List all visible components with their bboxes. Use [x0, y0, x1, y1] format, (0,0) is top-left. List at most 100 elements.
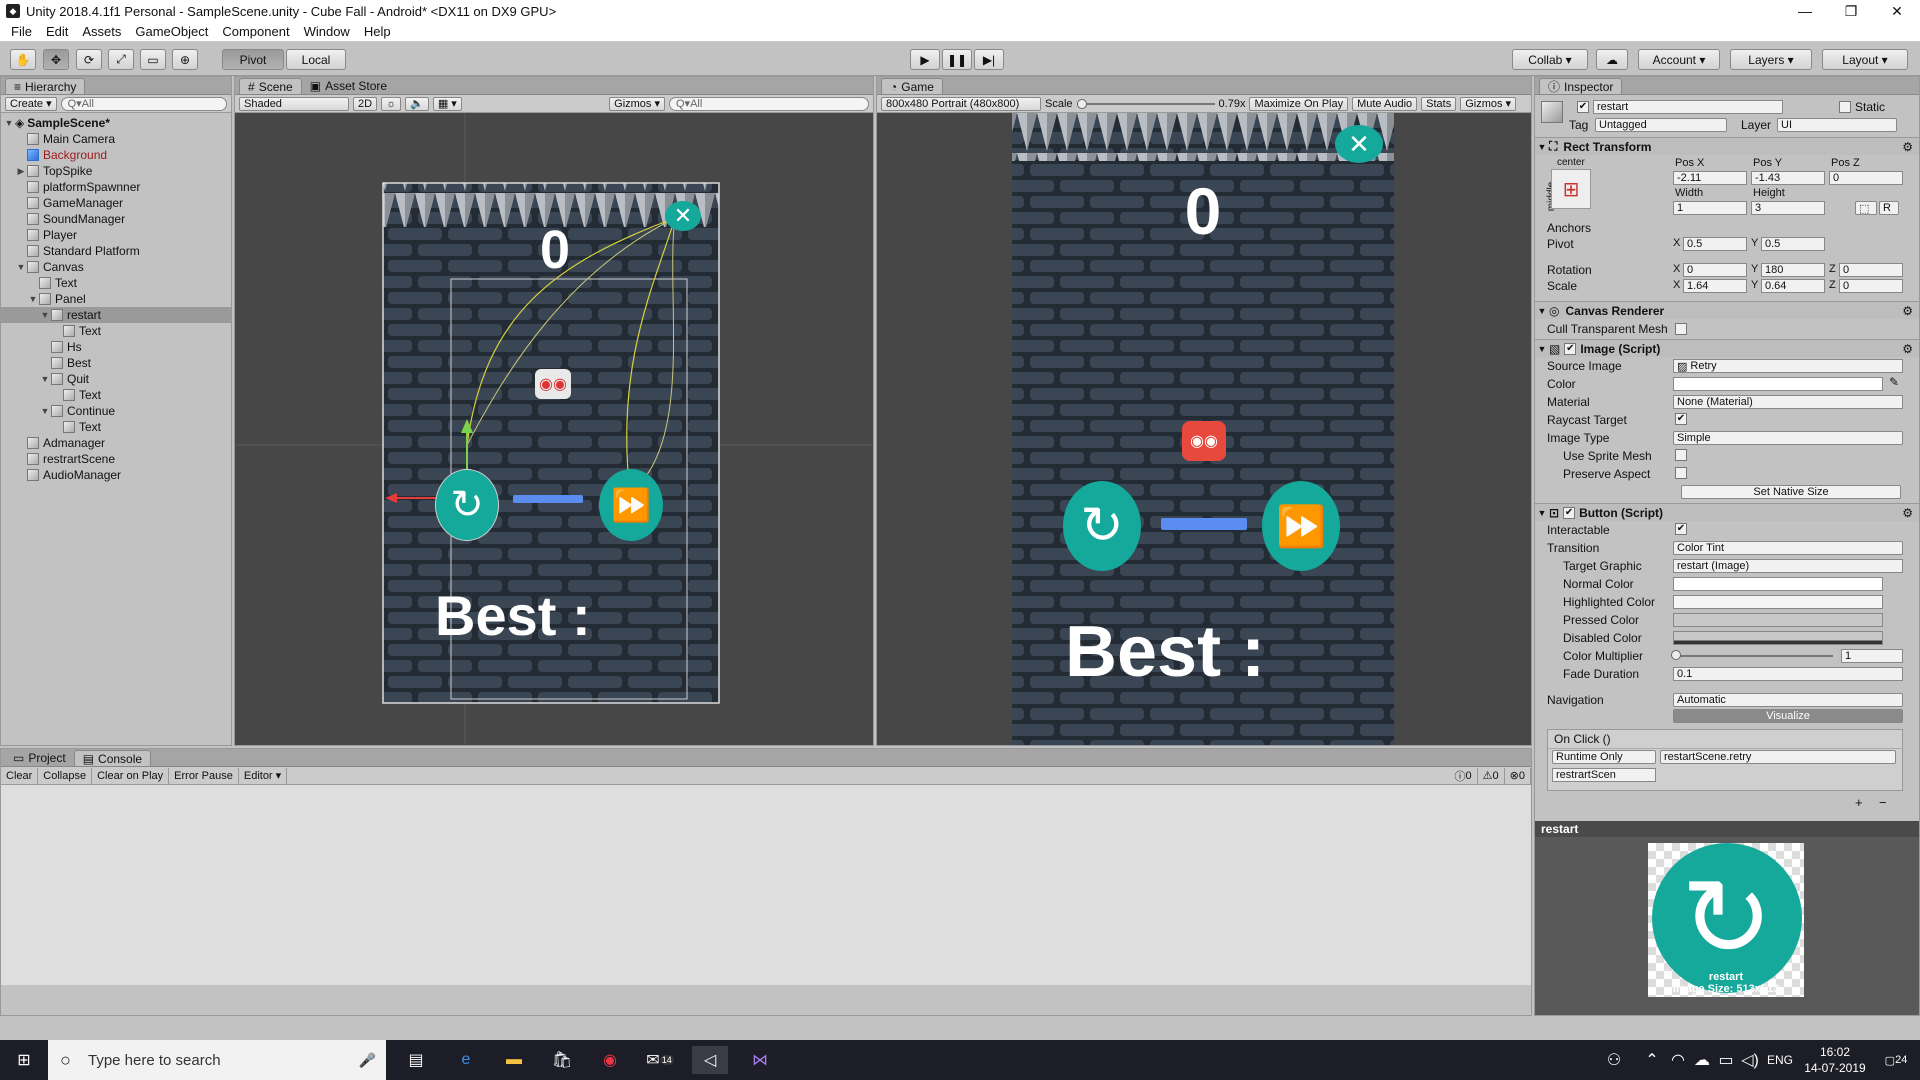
console-log-area[interactable] — [1, 785, 1531, 985]
canvas-renderer-header[interactable]: ▼ ◎ Canvas Renderer ⚙ — [1535, 301, 1919, 319]
visualize-button[interactable]: Visualize — [1673, 709, 1903, 723]
fade-duration-input[interactable]: 0.1 — [1673, 667, 1903, 681]
pressed-color-swatch[interactable] — [1673, 613, 1883, 627]
tab-console[interactable]: ▤ Console — [73, 750, 152, 766]
pause-button[interactable]: ❚❚ — [942, 49, 972, 70]
people-icon[interactable]: ⚇ — [1596, 1046, 1632, 1074]
warning-filter[interactable]: ⚠ 0 — [1478, 767, 1505, 784]
navigation-dropdown[interactable]: Automatic — [1673, 693, 1903, 707]
expand-arrow-icon[interactable]: ▼ — [15, 262, 27, 272]
hierarchy-item[interactable]: ▼ Continue — [1, 403, 231, 419]
file-explorer-icon[interactable]: ▬ — [496, 1046, 532, 1074]
raycast-checkbox[interactable]: ✔ — [1675, 413, 1687, 425]
component-menu-icon[interactable]: ⚙ — [1902, 506, 1913, 520]
microphone-icon[interactable]: 🎤 — [359, 1052, 376, 1069]
hierarchy-item[interactable]: AudioManager — [1, 467, 231, 483]
hierarchy-item[interactable]: Player — [1, 227, 231, 243]
multiplier-slider-thumb[interactable] — [1671, 650, 1681, 660]
scale-slider[interactable] — [1076, 98, 1215, 109]
tab-asset-store[interactable]: ▣ Asset Store — [302, 78, 395, 94]
pivot-toggle[interactable]: Pivot — [222, 49, 284, 70]
hierarchy-item[interactable]: Main Camera — [1, 131, 231, 147]
scale-z-input[interactable]: 0 — [1839, 279, 1903, 293]
component-menu-icon[interactable]: ⚙ — [1902, 140, 1913, 154]
rot-y-input[interactable]: 180 — [1761, 263, 1825, 277]
scene-close-icon[interactable]: ✕ — [665, 201, 701, 231]
task-view-icon[interactable]: ▤ — [398, 1046, 434, 1074]
hierarchy-item[interactable]: ▼ Quit — [1, 371, 231, 387]
unity-taskbar-icon[interactable]: ◁ — [692, 1046, 728, 1074]
expand-arrow-icon[interactable]: ▼ — [3, 118, 15, 128]
tab-game[interactable]: ◔ Game — [881, 78, 943, 94]
disabled-color-swatch[interactable] — [1673, 631, 1883, 645]
minimize-button[interactable]: — — [1782, 0, 1828, 22]
source-image-field[interactable]: ▨ Retry — [1673, 359, 1903, 373]
audio-icon[interactable]: 🔈 — [405, 96, 429, 111]
pivot-x-input[interactable]: 0.5 — [1683, 237, 1747, 251]
color-swatch[interactable] — [1673, 377, 1883, 391]
expand-arrow-icon[interactable]: ▼ — [39, 406, 51, 416]
hierarchy-search-input[interactable]: Q▾All — [60, 96, 227, 111]
target-graphic-field[interactable]: restart (Image) — [1673, 559, 1903, 573]
hierarchy-item[interactable]: Background — [1, 147, 231, 163]
raw-edit-button[interactable]: R — [1879, 201, 1899, 215]
collapse-button[interactable]: Collapse — [38, 767, 93, 784]
hierarchy-item[interactable]: GameManager — [1, 195, 231, 211]
normal-color-swatch[interactable] — [1673, 577, 1883, 591]
multiplier-input[interactable]: 1 — [1841, 649, 1903, 663]
transition-dropdown[interactable]: Color Tint — [1673, 541, 1903, 555]
hierarchy-item[interactable]: ▼ restart — [1, 307, 231, 323]
pivot-y-input[interactable]: 0.5 — [1761, 237, 1825, 251]
game-gizmos-dropdown[interactable]: Gizmos ▾ — [1460, 96, 1517, 111]
expand-arrow-icon[interactable]: ▼ — [39, 374, 51, 384]
menu-component[interactable]: Component — [215, 24, 296, 39]
scale-tool-icon[interactable]: ⤢ — [108, 49, 134, 70]
hierarchy-item[interactable]: Text — [1, 275, 231, 291]
cull-checkbox[interactable] — [1675, 323, 1687, 335]
static-checkbox[interactable] — [1839, 101, 1851, 113]
hierarchy-item[interactable]: Admanager — [1, 435, 231, 451]
lighting-icon[interactable]: ☼ — [381, 96, 402, 111]
anchor-preset-icon[interactable]: ⊞ — [1551, 169, 1591, 209]
collapse-arrow-icon[interactable]: ▼ — [1535, 306, 1549, 316]
transform-tool-icon[interactable]: ⊕ — [172, 49, 198, 70]
game-restart-icon[interactable]: ↻ — [1063, 481, 1141, 571]
tab-inspector[interactable]: ⓘ Inspector — [1539, 78, 1623, 94]
rect-tool-icon[interactable]: ▭ — [140, 49, 166, 70]
play-button[interactable]: ▶ — [910, 49, 940, 70]
layers-dropdown[interactable]: Layers ▾ — [1730, 49, 1812, 70]
menu-window[interactable]: Window — [297, 24, 357, 39]
collapse-arrow-icon[interactable]: ▼ — [1535, 508, 1549, 518]
collab-dropdown[interactable]: Collab ▾ — [1512, 49, 1588, 70]
hierarchy-item[interactable]: SoundManager — [1, 211, 231, 227]
sprite-mesh-checkbox[interactable] — [1675, 449, 1687, 461]
object-name-input[interactable]: restart — [1593, 100, 1783, 114]
create-dropdown[interactable]: Create ▾ — [5, 96, 57, 111]
scene-search-input[interactable]: Q▾All — [669, 96, 869, 111]
close-button[interactable]: ✕ — [1874, 0, 1920, 22]
eyedropper-icon[interactable]: ✎ — [1889, 375, 1899, 389]
highlighted-color-swatch[interactable] — [1673, 595, 1883, 609]
scale-x-input[interactable]: 1.64 — [1683, 279, 1747, 293]
game-close-icon[interactable]: ✕ — [1335, 125, 1383, 163]
material-field[interactable]: None (Material) — [1673, 395, 1903, 409]
shading-dropdown[interactable]: Shaded — [239, 96, 349, 111]
chrome-icon[interactable]: ◉ — [592, 1046, 628, 1074]
hierarchy-item[interactable]: Text — [1, 387, 231, 403]
mute-audio-toggle[interactable]: Mute Audio — [1352, 96, 1418, 111]
info-filter[interactable]: ⓘ 0 — [1450, 767, 1478, 784]
component-menu-icon[interactable]: ⚙ — [1902, 304, 1913, 318]
preserve-aspect-checkbox[interactable] — [1675, 467, 1687, 479]
onclick-object-field[interactable]: restrartScen — [1552, 768, 1656, 782]
height-input[interactable]: 3 — [1751, 201, 1825, 215]
collapse-arrow-icon[interactable]: ▼ — [1535, 344, 1549, 354]
editor-dropdown[interactable]: Editor ▾ — [239, 767, 288, 784]
edge-icon[interactable]: e — [448, 1046, 484, 1074]
menu-edit[interactable]: Edit — [39, 24, 75, 39]
posy-input[interactable]: -1.43 — [1751, 171, 1825, 185]
rect-transform-header[interactable]: ▼ ⛶ Rect Transform ⚙ — [1535, 137, 1919, 155]
move-tool-icon[interactable]: ✥ — [43, 49, 69, 70]
hierarchy-item[interactable]: ▼ Canvas — [1, 259, 231, 275]
layout-dropdown[interactable]: Layout ▾ — [1822, 49, 1908, 70]
remove-listener-button[interactable]: − — [1879, 795, 1887, 810]
